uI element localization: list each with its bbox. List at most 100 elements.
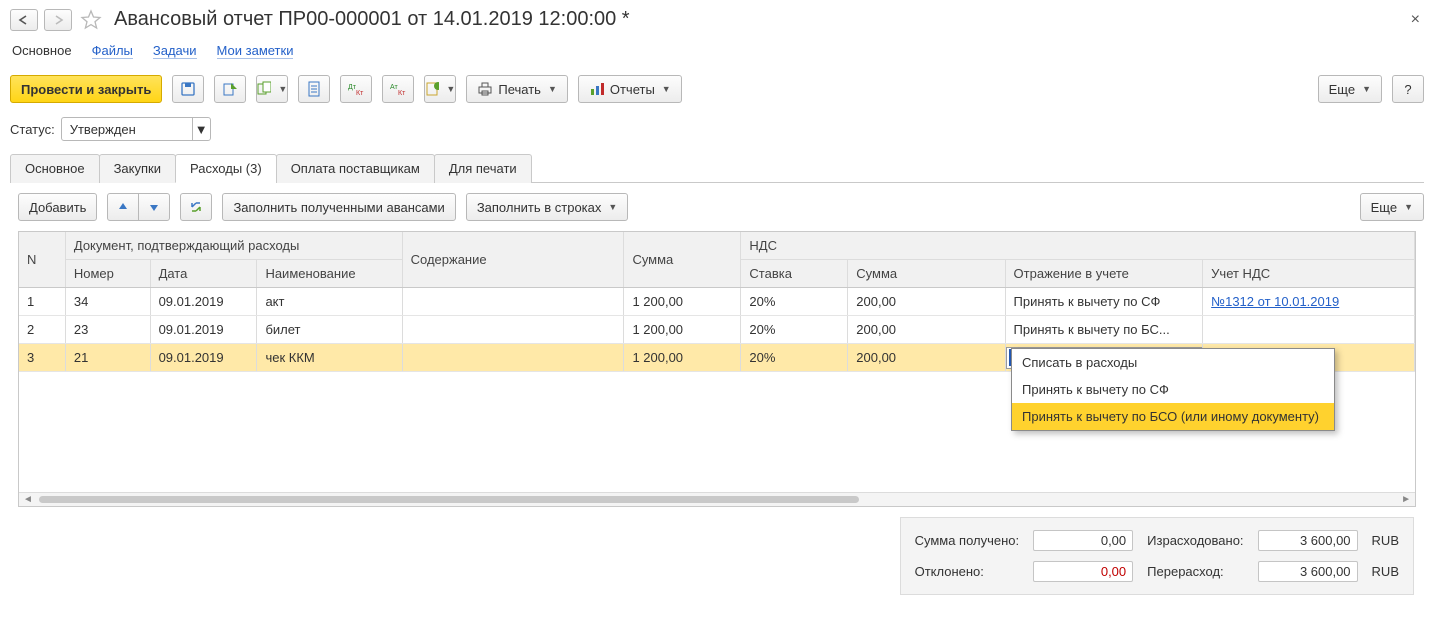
cell-rate[interactable]: 20% [741, 316, 848, 344]
nav-notes[interactable]: Мои заметки [217, 43, 294, 59]
col-nds-group[interactable]: НДС [741, 232, 1415, 260]
cell-content[interactable] [402, 344, 624, 372]
col-nds-sum[interactable]: Сумма [848, 260, 1005, 288]
cell-nds-link[interactable] [1203, 316, 1415, 344]
chart-icon [589, 82, 605, 96]
cell-date[interactable]: 09.01.2019 [150, 316, 257, 344]
cell-number[interactable]: 21 [65, 344, 150, 372]
horizontal-scrollbar[interactable]: ◄ ► [19, 492, 1415, 506]
attach-button[interactable]: ▼ [424, 75, 456, 103]
document-icon-button[interactable] [298, 75, 330, 103]
arrow-down-icon [148, 201, 160, 213]
close-button[interactable]: × [1407, 11, 1424, 29]
cell-rate[interactable]: 20% [741, 344, 848, 372]
move-up-button[interactable] [107, 193, 139, 221]
col-name[interactable]: Наименование [257, 260, 402, 288]
nav-tasks[interactable]: Задачи [153, 43, 197, 59]
tabs: Основное Закупки Расходы (3) Оплата пост… [10, 153, 1424, 183]
cell-name[interactable]: чек ККМ [257, 344, 402, 372]
cell-content[interactable] [402, 316, 624, 344]
dropdown-option[interactable]: Списать в расходы [1012, 349, 1334, 376]
cell-sum[interactable]: 1 200,00 [624, 344, 741, 372]
arrow-right-icon [51, 15, 65, 25]
tab-expenses[interactable]: Расходы (3) [175, 154, 277, 183]
cell-acc[interactable]: Принять к вычету по БС... [1005, 316, 1203, 344]
tab-print[interactable]: Для печати [434, 154, 532, 183]
post-button[interactable] [214, 75, 246, 103]
copy-button[interactable]: ▼ [256, 75, 288, 103]
cell-rate[interactable]: 20% [741, 288, 848, 316]
cell-n: 1 [19, 288, 65, 316]
table-row[interactable]: 2 23 09.01.2019 билет 1 200,00 20% 200,0… [19, 316, 1415, 344]
cell-nds-sum[interactable]: 200,00 [848, 344, 1005, 372]
table-row[interactable]: 1 34 09.01.2019 акт 1 200,00 20% 200,00 … [19, 288, 1415, 316]
paste-button[interactable] [180, 193, 212, 221]
accounting-dropdown-popup: Списать в расходы Принять к вычету по СФ… [1011, 348, 1335, 431]
favorite-star-icon[interactable] [80, 9, 102, 31]
reports-button[interactable]: Отчеты ▼ [578, 75, 682, 103]
cell-nds-sum[interactable]: 200,00 [848, 316, 1005, 344]
post-and-close-button[interactable]: Провести и закрыть [10, 75, 162, 103]
cell-name[interactable]: билет [257, 316, 402, 344]
fill-rows-button[interactable]: Заполнить в строках▼ [466, 193, 629, 221]
scroll-left-icon[interactable]: ◄ [23, 494, 33, 505]
caret-down-icon: ▼ [1362, 84, 1371, 94]
cell-number[interactable]: 23 [65, 316, 150, 344]
printer-icon [477, 82, 493, 96]
tab-more-button[interactable]: Еще▼ [1360, 193, 1424, 221]
caret-down-icon: ▼ [662, 84, 671, 94]
ak-icon: АтКт [389, 82, 407, 96]
save-button[interactable] [172, 75, 204, 103]
caret-down-icon: ▼ [195, 122, 208, 137]
print-button[interactable]: Печать ▼ [466, 75, 568, 103]
help-button[interactable]: ? [1392, 75, 1424, 103]
cell-number[interactable]: 34 [65, 288, 150, 316]
cell-content[interactable] [402, 288, 624, 316]
tab-payments[interactable]: Оплата поставщикам [276, 154, 435, 183]
dropdown-option[interactable]: Принять к вычету по БСО (или иному докум… [1012, 403, 1334, 430]
nav-forward-button[interactable] [44, 9, 72, 31]
more-button[interactable]: Еще▼ [1318, 75, 1382, 103]
col-rate[interactable]: Ставка [741, 260, 848, 288]
accounts-button[interactable]: АтКт [382, 75, 414, 103]
tab-main[interactable]: Основное [10, 154, 100, 183]
scroll-thumb[interactable] [39, 496, 859, 503]
move-down-button[interactable] [138, 193, 170, 221]
section-nav: Основное Файлы Задачи Мои заметки [10, 43, 1424, 59]
nav-main[interactable]: Основное [12, 43, 72, 59]
dk-icon: ДтКт [347, 82, 365, 96]
nds-link[interactable]: №1312 от 10.01.2019 [1211, 294, 1339, 309]
cell-name[interactable]: акт [257, 288, 402, 316]
cell-sum[interactable]: 1 200,00 [624, 288, 741, 316]
nav-files[interactable]: Файлы [92, 43, 133, 59]
tab-purchases[interactable]: Закупки [99, 154, 176, 183]
add-button[interactable]: Добавить [18, 193, 97, 221]
cell-sum[interactable]: 1 200,00 [624, 316, 741, 344]
cell-nds-sum[interactable]: 200,00 [848, 288, 1005, 316]
col-accounting[interactable]: Отражение в учете [1005, 260, 1203, 288]
col-doc-group[interactable]: Документ, подтверждающий расходы [65, 232, 402, 260]
scroll-right-icon[interactable]: ► [1401, 494, 1411, 505]
currency: RUB [1366, 557, 1405, 586]
fill-advances-button[interactable]: Заполнить полученными авансами [222, 193, 455, 221]
over-value: 3 600,00 [1258, 561, 1358, 582]
header-bar: Авансовый отчет ПР00-000001 от 14.01.201… [10, 8, 1424, 31]
cell-date[interactable]: 09.01.2019 [150, 344, 257, 372]
debit-credit-button[interactable]: ДтКт [340, 75, 372, 103]
col-sum[interactable]: Сумма [624, 232, 741, 288]
cell-acc[interactable]: Принять к вычету по СФ [1005, 288, 1203, 316]
col-nds-acc[interactable]: Учет НДС [1203, 260, 1415, 288]
spent-value: 3 600,00 [1258, 530, 1358, 551]
cell-nds-link[interactable]: №1312 от 10.01.2019 [1203, 288, 1415, 316]
dropdown-option[interactable]: Принять к вычету по СФ [1012, 376, 1334, 403]
cell-date[interactable]: 09.01.2019 [150, 288, 257, 316]
status-dropdown-button[interactable]: ▼ [192, 118, 210, 140]
nav-back-button[interactable] [10, 9, 38, 31]
col-n[interactable]: N [19, 232, 65, 288]
status-select[interactable]: Утвержден ▼ [61, 117, 211, 141]
col-number[interactable]: Номер [65, 260, 150, 288]
col-content[interactable]: Содержание [402, 232, 624, 288]
table-wrapper: N Документ, подтверждающий расходы Содер… [18, 231, 1416, 507]
received-value: 0,00 [1033, 530, 1133, 551]
col-date[interactable]: Дата [150, 260, 257, 288]
